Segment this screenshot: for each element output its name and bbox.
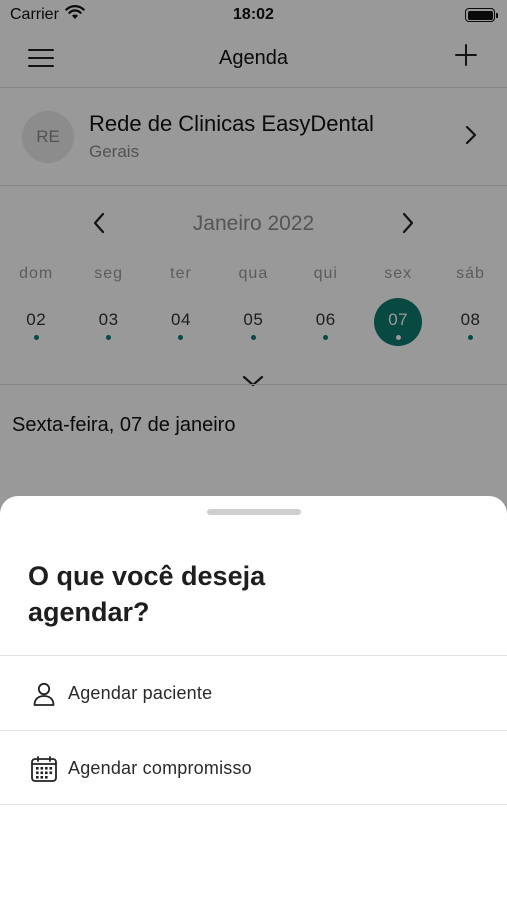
sheet-title: O que você deseja agendar?: [28, 561, 266, 627]
divider: [0, 730, 507, 731]
divider: [0, 655, 507, 656]
person-icon: [30, 680, 58, 708]
calendar-icon: [30, 755, 58, 783]
divider: [0, 804, 507, 805]
schedule-patient-option[interactable]: Agendar paciente: [0, 657, 507, 730]
bottom-sheet: O que você deseja agendar? Agendar pacie…: [0, 496, 507, 900]
option-label: Agendar compromisso: [68, 758, 252, 778]
option-label: Agendar paciente: [68, 683, 213, 703]
sheet-grabber[interactable]: [207, 509, 301, 515]
schedule-appointment-option[interactable]: Agendar compromisso: [0, 732, 507, 805]
